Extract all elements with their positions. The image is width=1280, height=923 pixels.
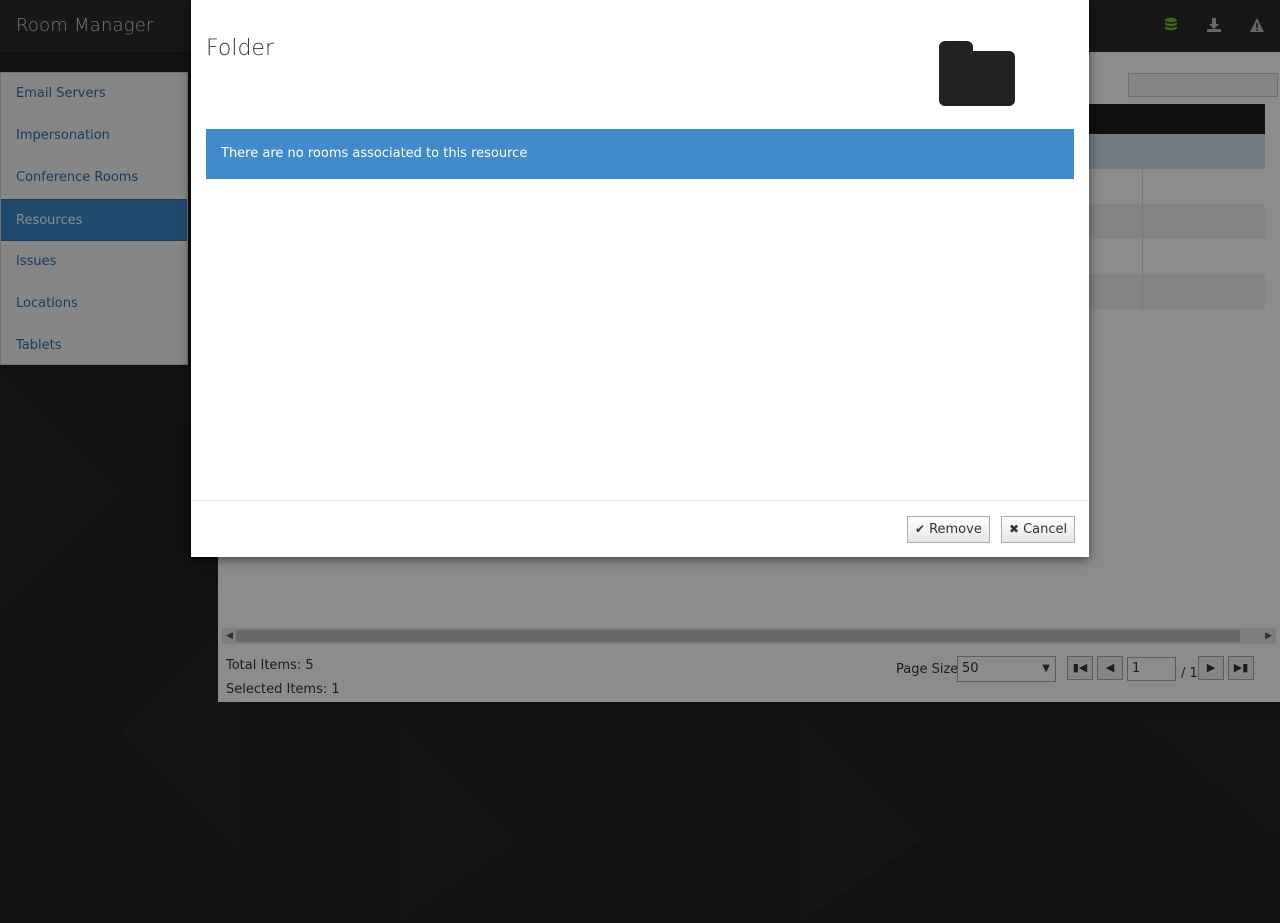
- dialog-footer: ✔ Remove ✖ Cancel: [191, 500, 1089, 558]
- cancel-button[interactable]: ✖ Cancel: [1001, 516, 1076, 543]
- close-icon: ✖: [1009, 522, 1020, 536]
- folder-icon: [939, 41, 1015, 106]
- remove-button[interactable]: ✔ Remove: [907, 516, 990, 543]
- info-banner: There are no rooms associated to this re…: [206, 129, 1074, 179]
- remove-label: Remove: [929, 522, 982, 537]
- cancel-label: Cancel: [1023, 522, 1068, 537]
- folder-dialog: Folder There are no rooms associated to …: [191, 0, 1089, 557]
- dialog-title: Folder: [206, 36, 274, 61]
- check-icon: ✔: [915, 522, 926, 536]
